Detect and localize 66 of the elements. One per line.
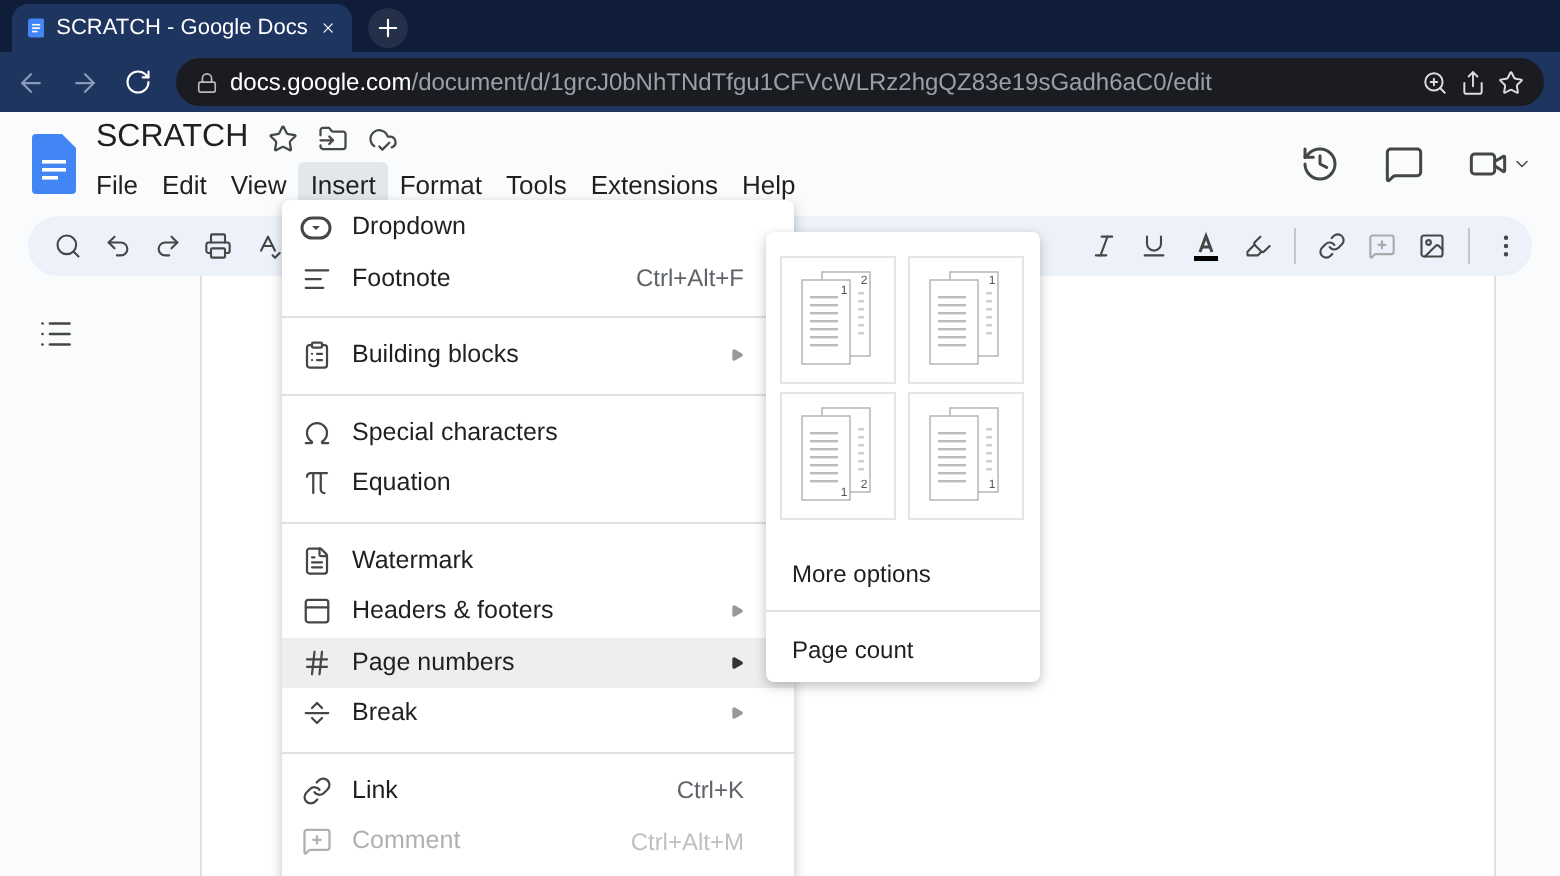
dropdown-icon [300, 215, 332, 240]
back-icon [16, 67, 46, 97]
new-tab-button[interactable] [368, 8, 408, 48]
menu-option-label: Building blocks [352, 338, 521, 373]
forward-icon [70, 67, 100, 97]
browser-tab[interactable]: SCRATCH - Google Docs [12, 4, 352, 52]
pi-icon [301, 468, 331, 499]
cloud-check-icon [368, 123, 399, 154]
blocks-icon [301, 340, 331, 371]
image-icon [1418, 232, 1446, 260]
shortcut-label: Ctrl+K [676, 774, 744, 809]
menu-option-label: Footnote [352, 261, 453, 296]
docs-icon [28, 14, 45, 42]
document-title[interactable]: SCRATCH [96, 118, 249, 159]
text-color-icon [1190, 230, 1222, 262]
outline-icon [38, 316, 74, 352]
menu-option[interactable]: Break [282, 688, 794, 739]
highlighter-icon [1244, 232, 1272, 260]
break-icon [301, 698, 331, 729]
menu-option-label: Page numbers [352, 645, 517, 680]
docs-logo [32, 134, 76, 194]
shortcut-label: Ctrl+Alt+M [630, 825, 744, 860]
history-icon [1300, 144, 1340, 184]
page-icon [301, 545, 331, 576]
link-icon [301, 775, 331, 806]
text-lines-icon [301, 263, 331, 294]
lock-icon [196, 71, 218, 93]
menu-item[interactable]: Edit [149, 162, 219, 210]
comment-icon [1384, 144, 1424, 184]
submenu-option[interactable]: More options [766, 536, 1040, 610]
spellcheck-icon [254, 232, 282, 260]
menu-option-label: Special characters [352, 415, 560, 450]
menu-option-label: Comment [352, 824, 463, 859]
redo-icon [154, 232, 182, 260]
menu-item[interactable]: File [84, 162, 150, 210]
star-icon [1498, 69, 1524, 95]
print-icon [204, 232, 232, 260]
header-icon [301, 596, 331, 627]
folder-icon [318, 123, 349, 154]
shortcut-label: Ctrl+Alt+F [635, 262, 744, 297]
undo-icon [104, 232, 132, 260]
tab-title: SCRATCH - Google Docs [56, 13, 308, 44]
search-icon [54, 232, 82, 260]
menu-option-label: Watermark [352, 543, 476, 578]
menu-option-label: Dropdown [352, 210, 468, 245]
hash-icon [301, 647, 331, 678]
menu-option[interactable]: Page numbers [282, 637, 794, 688]
omega-icon [301, 417, 331, 448]
menu-option[interactable]: Link Ctrl+K [282, 765, 794, 816]
url-text: docs.google.com/document/d/1grcJ0bNhTNdTfgu1CFVcWLRz2hgQZ83e19sGadh6aC0/edit [230, 66, 1214, 100]
plus-icon [374, 14, 402, 42]
menu-option-label: Link [352, 773, 400, 808]
zoom-icon [1422, 69, 1448, 95]
star-icon [268, 123, 299, 154]
url-field[interactable]: docs.google.com/document/d/1grcJ0bNhTNdTfgu1CFVcWLRz2hgQZ83e19sGadh6aC0/edit [176, 58, 1544, 106]
italic-icon [1090, 232, 1118, 260]
share-icon [1460, 69, 1486, 95]
add-comment-icon [1368, 232, 1396, 260]
underline-icon [1140, 232, 1168, 260]
submenu-option[interactable]: Page count [766, 612, 1040, 686]
add-comment-icon [301, 826, 331, 857]
menu-option-label: Equation [352, 466, 453, 501]
menu-option-label: Break [352, 696, 420, 731]
link-icon [1318, 232, 1346, 260]
reload-icon [124, 68, 152, 96]
menu-option-label: Headers & footers [352, 594, 556, 629]
